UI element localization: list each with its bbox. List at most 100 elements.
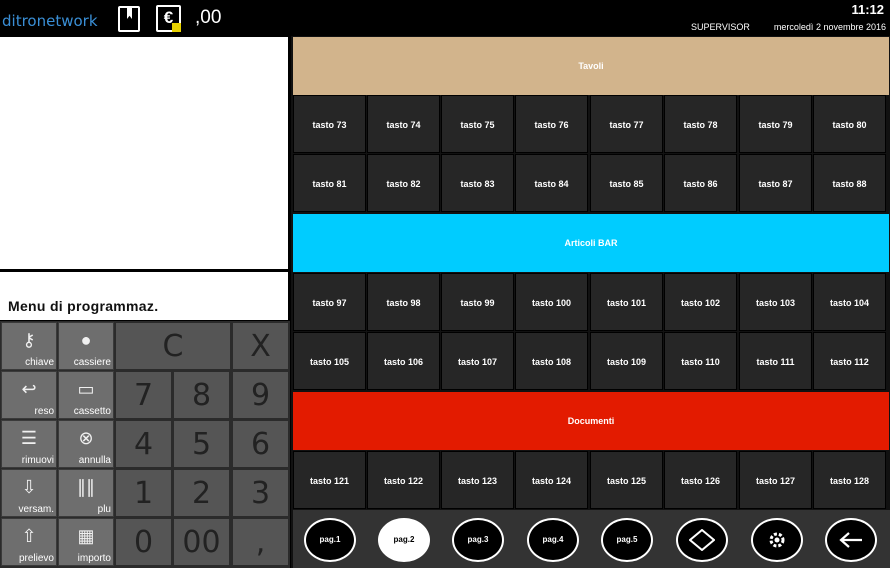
settings-gear-icon xyxy=(769,532,785,548)
cancel-icon: ⊗ xyxy=(78,428,94,448)
category-tavoli[interactable]: Tavoli xyxy=(293,37,889,95)
tasto-button[interactable]: tasto 104 xyxy=(813,273,886,331)
return-arrow-icon: ↩ xyxy=(21,379,37,399)
tasto-button[interactable]: tasto 79 xyxy=(739,95,812,153)
key-9[interactable]: 9 xyxy=(232,371,289,419)
tasto-button[interactable]: tasto 103 xyxy=(739,273,812,331)
tasto-button[interactable]: tasto 97 xyxy=(293,273,366,331)
navigate-button[interactable] xyxy=(676,518,728,562)
mode-label: Menu di programmaz. xyxy=(8,298,159,314)
drawer-icon: ▭ xyxy=(77,379,95,399)
tasto-button[interactable]: tasto 111 xyxy=(739,332,812,390)
tasto-button[interactable]: tasto 99 xyxy=(441,273,514,331)
book-icon[interactable] xyxy=(118,6,140,32)
tasto-button[interactable]: tasto 88 xyxy=(813,154,886,212)
tasto-button[interactable]: tasto 82 xyxy=(367,154,440,212)
cancel-receipt-button[interactable]: ⊗ annulla xyxy=(58,420,114,468)
key-1[interactable]: 1 xyxy=(115,469,172,517)
tasto-button[interactable]: tasto 128 xyxy=(813,451,886,509)
mode-area: Menu di programmaz. xyxy=(0,272,288,320)
tasto-button[interactable]: tasto 109 xyxy=(590,332,663,390)
tasto-button[interactable]: tasto 107 xyxy=(441,332,514,390)
tasto-button[interactable]: tasto 85 xyxy=(590,154,663,212)
tasto-button[interactable]: tasto 108 xyxy=(515,332,588,390)
remove-list-icon: ☰ xyxy=(20,428,38,448)
tasto-button[interactable]: tasto 75 xyxy=(441,95,514,153)
operator-name: SUPERVISOR xyxy=(691,22,750,32)
fkey-label: rimuovi xyxy=(21,455,54,466)
fkey-label: prelievo xyxy=(18,553,54,564)
amount-button[interactable]: ▦ importo xyxy=(58,518,114,566)
tasto-button[interactable]: tasto 122 xyxy=(367,451,440,509)
deposit-icon: ⇩ xyxy=(21,477,37,497)
tasto-button[interactable]: tasto 105 xyxy=(293,332,366,390)
tasto-button[interactable]: tasto 127 xyxy=(739,451,812,509)
tasto-button[interactable]: tasto 80 xyxy=(813,95,886,153)
tasto-button[interactable]: tasto 77 xyxy=(590,95,663,153)
key-comma[interactable]: , xyxy=(232,518,289,566)
return-button[interactable]: ↩ reso xyxy=(1,371,57,419)
key-7[interactable]: 7 xyxy=(115,371,172,419)
fkey-label: cassiere xyxy=(73,357,111,368)
page-button-5[interactable]: pag.5 xyxy=(601,518,653,562)
barcode-icon: ∥∥ xyxy=(77,477,95,497)
settings-button[interactable] xyxy=(751,518,803,562)
key-4[interactable]: 4 xyxy=(115,420,172,468)
remove-button[interactable]: ☰ rimuovi xyxy=(1,420,57,468)
tasto-button[interactable]: tasto 112 xyxy=(813,332,886,390)
page-bar: pag.1 pag.2 pag.3 pag.4 pag.5 xyxy=(293,510,890,568)
page-button-2[interactable]: pag.2 xyxy=(378,518,430,562)
category-documenti[interactable]: Documenti xyxy=(293,392,889,450)
key-00[interactable]: 00 xyxy=(173,518,230,566)
back-button[interactable] xyxy=(825,518,877,562)
tasto-button[interactable]: tasto 102 xyxy=(664,273,737,331)
tasto-button[interactable]: tasto 76 xyxy=(515,95,588,153)
receipt-total: ,00 xyxy=(195,7,222,28)
fkey-label: reso xyxy=(34,406,54,417)
tasto-button[interactable]: tasto 101 xyxy=(590,273,663,331)
tasto-button[interactable]: tasto 106 xyxy=(367,332,440,390)
euro-book-icon[interactable]: € xyxy=(156,5,181,32)
key-8[interactable]: 8 xyxy=(173,371,230,419)
key-3[interactable]: 3 xyxy=(232,469,289,517)
drawer-button[interactable]: ▭ cassetto xyxy=(58,371,114,419)
tasto-button[interactable]: tasto 78 xyxy=(664,95,737,153)
deposit-button[interactable]: ⇩ versam. xyxy=(1,469,57,517)
tasto-button[interactable]: tasto 84 xyxy=(515,154,588,212)
clear-key[interactable]: C xyxy=(115,322,231,370)
cashier-button[interactable]: ● cassiere xyxy=(58,322,114,370)
key-5[interactable]: 5 xyxy=(173,420,230,468)
category-articoli-bar[interactable]: Articoli BAR xyxy=(293,214,889,272)
tasto-button[interactable]: tasto 125 xyxy=(590,451,663,509)
tasto-button[interactable]: tasto 73 xyxy=(293,95,366,153)
tasto-button[interactable]: tasto 98 xyxy=(367,273,440,331)
fkey-label: importo xyxy=(77,553,111,564)
tasto-button[interactable]: tasto 123 xyxy=(441,451,514,509)
tasto-button[interactable]: tasto 110 xyxy=(664,332,737,390)
receipt-display xyxy=(0,37,288,269)
key-6[interactable]: 6 xyxy=(232,420,289,468)
page-button-1[interactable]: pag.1 xyxy=(304,518,356,562)
tasto-button[interactable]: tasto 126 xyxy=(664,451,737,509)
tasto-button[interactable]: tasto 86 xyxy=(664,154,737,212)
tasto-button[interactable]: tasto 74 xyxy=(367,95,440,153)
top-bar: ditronetwork € ,00 11:12 SUPERVISOR merc… xyxy=(0,0,890,36)
fkey-label: annulla xyxy=(78,455,111,466)
amount-icon: ▦ xyxy=(77,526,95,546)
tasto-button[interactable]: tasto 83 xyxy=(441,154,514,212)
fkey-label: cassetto xyxy=(73,406,111,417)
page-button-3[interactable]: pag.3 xyxy=(452,518,504,562)
key-0[interactable]: 0 xyxy=(115,518,172,566)
tasto-button[interactable]: tasto 100 xyxy=(515,273,588,331)
user-icon: ● xyxy=(80,330,92,350)
withdraw-button[interactable]: ⇧ prelievo xyxy=(1,518,57,566)
cancel-key[interactable]: X xyxy=(232,322,289,370)
tasto-button[interactable]: tasto 87 xyxy=(739,154,812,212)
key-button-chiave[interactable]: ⚷ chiave xyxy=(1,322,57,370)
key-2[interactable]: 2 xyxy=(173,469,230,517)
tasto-button[interactable]: tasto 81 xyxy=(293,154,366,212)
plu-button[interactable]: ∥∥ plu xyxy=(58,469,114,517)
tasto-button[interactable]: tasto 124 xyxy=(515,451,588,509)
tasto-button[interactable]: tasto 121 xyxy=(293,451,366,509)
page-button-4[interactable]: pag.4 xyxy=(527,518,579,562)
